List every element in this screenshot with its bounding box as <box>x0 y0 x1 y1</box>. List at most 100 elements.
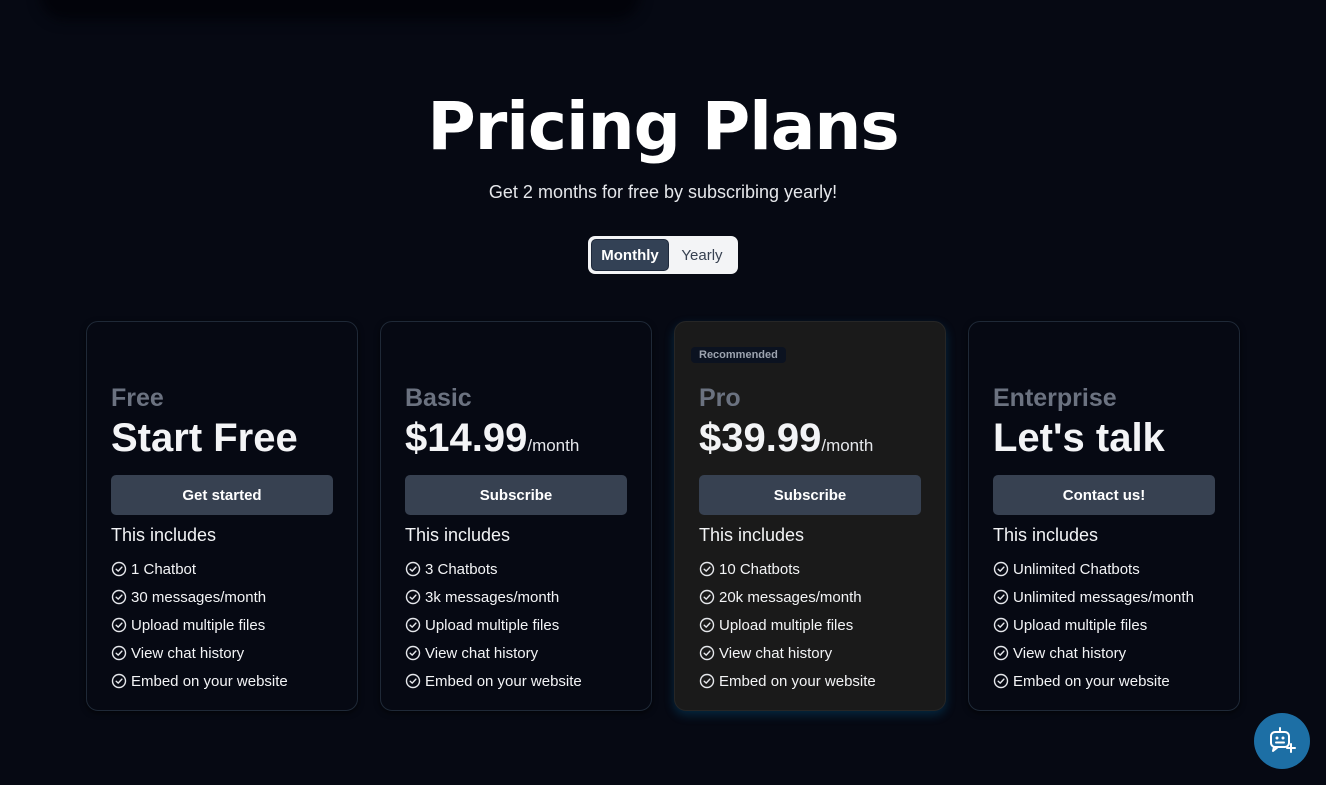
plan-card-pro: Recommended Pro $39.99/month Subscribe T… <box>674 321 946 711</box>
plan-name: Free <box>111 384 164 412</box>
toggle-yearly[interactable]: Yearly <box>669 239 735 271</box>
check-circle-icon <box>111 673 127 689</box>
check-circle-icon <box>405 617 421 633</box>
contact-us-button[interactable]: Contact us! <box>993 475 1215 515</box>
includes-title: This includes <box>111 525 217 545</box>
check-circle-icon <box>111 617 127 633</box>
plan-price: $14.99/month <box>405 416 579 461</box>
feature-label: Embed on your website <box>425 672 582 690</box>
subscribe-button[interactable]: Subscribe <box>405 475 627 515</box>
check-circle-icon <box>993 645 1009 661</box>
feature-label: View chat history <box>425 644 539 662</box>
feature-item: View chat history <box>111 639 288 667</box>
feature-item: Upload multiple files <box>111 611 288 639</box>
top-decoration <box>40 0 640 20</box>
get-started-button[interactable]: Get started <box>111 475 333 515</box>
chatbot-icon <box>1270 727 1296 753</box>
price-value: Let's talk <box>993 416 1165 460</box>
includes-title: This includes <box>993 525 1099 545</box>
feature-label: 3k messages/month <box>425 588 560 606</box>
feature-label: View chat history <box>131 644 245 662</box>
includes-title: This includes <box>405 525 511 545</box>
feature-label: Embed on your website <box>131 672 288 690</box>
plan-name: Basic <box>405 384 472 412</box>
check-circle-icon <box>111 645 127 661</box>
feature-label: Upload multiple files <box>1013 616 1148 634</box>
feature-item: Upload multiple files <box>405 611 582 639</box>
feature-item: Embed on your website <box>699 667 876 695</box>
feature-label: Embed on your website <box>719 672 876 690</box>
feature-item: View chat history <box>993 639 1194 667</box>
feature-item: Embed on your website <box>405 667 582 695</box>
feature-label: 3 Chatbots <box>425 560 498 578</box>
feature-item: Upload multiple files <box>699 611 876 639</box>
feature-item: Upload multiple files <box>993 611 1194 639</box>
check-circle-icon <box>405 561 421 577</box>
check-circle-icon <box>405 673 421 689</box>
feature-item: Embed on your website <box>993 667 1194 695</box>
plan-name: Pro <box>699 384 741 412</box>
feature-label: 1 Chatbot <box>131 560 197 578</box>
feature-item: Unlimited messages/month <box>993 583 1194 611</box>
check-circle-icon <box>111 561 127 577</box>
chatbot-launcher-button[interactable] <box>1254 713 1310 769</box>
feature-label: Embed on your website <box>1013 672 1170 690</box>
feature-label: View chat history <box>1013 644 1127 662</box>
check-circle-icon <box>699 645 715 661</box>
check-circle-icon <box>993 589 1009 605</box>
feature-item: Unlimited Chatbots <box>993 555 1194 583</box>
feature-label: Unlimited messages/month <box>1013 588 1194 606</box>
feature-list: Unlimited Chatbots Unlimited messages/mo… <box>993 555 1194 695</box>
feature-label: 30 messages/month <box>131 588 267 606</box>
billing-toggle: Monthly Yearly <box>588 236 738 274</box>
feature-label: View chat history <box>719 644 833 662</box>
check-circle-icon <box>699 561 715 577</box>
pricing-cards: Free Start Free Get started This include… <box>86 321 1242 713</box>
check-circle-icon <box>699 673 715 689</box>
price-value: $14.99 <box>405 416 528 460</box>
price-value: $39.99 <box>699 416 822 460</box>
page-title: Pricing Plans <box>427 88 899 165</box>
check-circle-icon <box>405 589 421 605</box>
feature-label: 20k messages/month <box>719 588 862 606</box>
feature-list: 10 Chatbots 20k messages/month Upload mu… <box>699 555 876 695</box>
plan-price: $39.99/month <box>699 416 873 461</box>
price-value: Start Free <box>111 416 298 460</box>
feature-item: Embed on your website <box>111 667 288 695</box>
plan-price: Let's talk <box>993 416 1165 461</box>
feature-label: Upload multiple files <box>719 616 854 634</box>
feature-list: 3 Chatbots 3k messages/month Upload mult… <box>405 555 582 695</box>
feature-item: 3k messages/month <box>405 583 582 611</box>
feature-label: Upload multiple files <box>131 616 266 634</box>
toggle-monthly[interactable]: Monthly <box>591 239 669 271</box>
check-circle-icon <box>993 617 1009 633</box>
feature-item: 20k messages/month <box>699 583 876 611</box>
check-circle-icon <box>993 561 1009 577</box>
feature-label: Upload multiple files <box>425 616 560 634</box>
feature-item: 10 Chatbots <box>699 555 876 583</box>
includes-title: This includes <box>699 525 805 545</box>
recommended-badge: Recommended <box>691 347 786 363</box>
check-circle-icon <box>699 589 715 605</box>
price-unit: /month <box>527 436 580 455</box>
feature-item: 30 messages/month <box>111 583 288 611</box>
plan-card-free: Free Start Free Get started This include… <box>86 321 358 711</box>
subscribe-button[interactable]: Subscribe <box>699 475 921 515</box>
feature-item: View chat history <box>405 639 582 667</box>
check-circle-icon <box>111 589 127 605</box>
plan-name: Enterprise <box>993 384 1117 412</box>
plan-price: Start Free <box>111 416 298 461</box>
check-circle-icon <box>699 617 715 633</box>
page-subtitle: Get 2 months for free by subscribing yea… <box>488 182 838 202</box>
feature-label: 10 Chatbots <box>719 560 800 578</box>
plan-card-enterprise: Enterprise Let's talk Contact us! This i… <box>968 321 1240 711</box>
pricing-page: Pricing Plans Get 2 months for free by s… <box>0 0 1326 785</box>
check-circle-icon <box>405 645 421 661</box>
feature-item: View chat history <box>699 639 876 667</box>
feature-item: 1 Chatbot <box>111 555 288 583</box>
plan-card-basic: Basic $14.99/month Subscribe This includ… <box>380 321 652 711</box>
feature-label: Unlimited Chatbots <box>1013 560 1140 578</box>
price-unit: /month <box>821 436 874 455</box>
feature-list: 1 Chatbot 30 messages/month Upload multi… <box>111 555 288 695</box>
feature-item: 3 Chatbots <box>405 555 582 583</box>
